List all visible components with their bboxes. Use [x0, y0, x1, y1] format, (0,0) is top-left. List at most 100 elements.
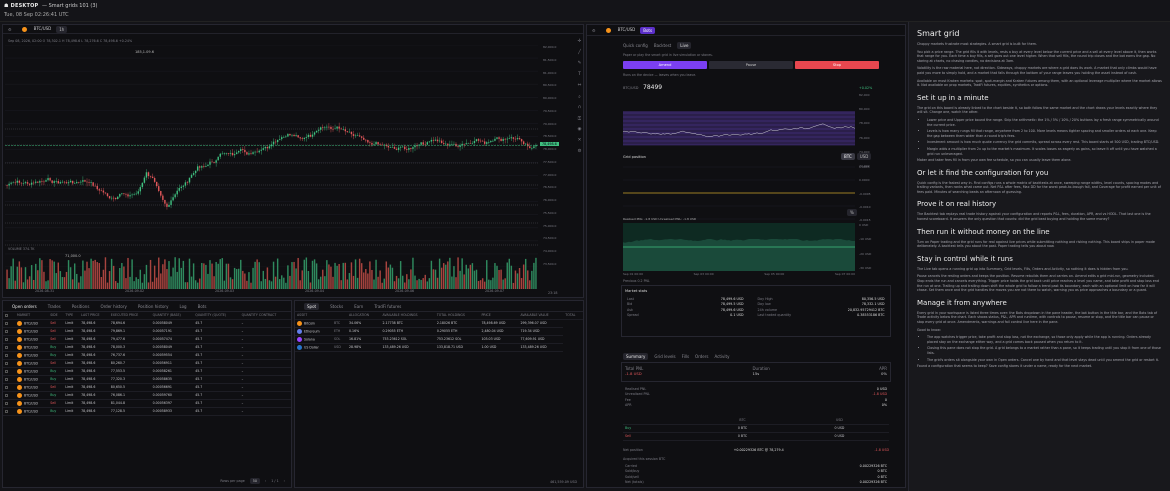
orders-col-header[interactable]: EXECUTED PRICE: [108, 312, 151, 320]
table-row[interactable]: BTC/USD Buy Limit 78,498.6 77,320.3 0.0005863…: [3, 375, 291, 384]
amend-button[interactable]: Amend: [623, 61, 707, 69]
table-row[interactable]: BTC/USD Buy Limit 78,498.6 76,086.1 0.0005976…: [3, 391, 291, 400]
table-row[interactable]: BTC/USD Buy Limit 78,498.6 76,737.6 0.0005955…: [3, 351, 291, 360]
orders-tab-bots[interactable]: Bots: [198, 304, 207, 309]
page-size-select[interactable]: 50: [249, 478, 260, 484]
candle: [88, 182, 90, 183]
table-row[interactable]: Bitcoin BTC 34.06% 2.17738 BTC 2.18026 BTC 78…: [295, 319, 583, 328]
table-cell: 45.7: [193, 351, 240, 360]
grid-toggle-usd[interactable]: USD: [856, 153, 872, 160]
magnet-icon[interactable]: ∩: [575, 105, 584, 116]
balances-tab-stocks[interactable]: Stocks: [330, 304, 343, 309]
table-row[interactable]: Ethereum ETH 0.16% 0.29055 ETH 0.29055 ETH 2,…: [295, 327, 583, 336]
orders-col-header[interactable]: MARKET: [14, 312, 49, 320]
balances-col-header[interactable]: PRICE: [479, 312, 519, 320]
candle: [151, 176, 154, 179]
table-row[interactable]: BTC/USD Sell Limit 78,498.6 79,477.6 0.000574…: [3, 335, 291, 344]
chart-settings-icon[interactable]: ⚙: [8, 27, 12, 32]
table-row[interactable]: US Dollar USD 28.98% 133,489.26 USD 133,818.…: [295, 343, 583, 352]
settings-icon[interactable]: ⚙: [575, 149, 584, 160]
orders-tab-order-history[interactable]: Order history: [100, 304, 126, 309]
grid-toggle-btc[interactable]: BTC: [841, 153, 855, 160]
interval-button[interactable]: 1h: [56, 25, 68, 33]
eye-icon[interactable]: ◉: [575, 127, 584, 138]
candle: [71, 180, 74, 184]
row-checkbox[interactable]: [3, 359, 15, 368]
bot-symbol[interactable]: BTC/USD: [601, 27, 635, 33]
balances-col-header[interactable]: AVAILABLE VALUE: [518, 312, 564, 320]
orders-tab-trades[interactable]: Trades: [48, 304, 61, 309]
row-checkbox[interactable]: [3, 327, 15, 336]
candle: [317, 129, 320, 131]
volume-bar: [268, 280, 271, 289]
candle: [164, 199, 166, 204]
balances-col-header[interactable]: [331, 312, 347, 320]
table-row[interactable]: BTC/USD Sell Limit 78,498.6 80,260.7 0.000569…: [3, 359, 291, 368]
table-row[interactable]: BTC/USD Sell Limit 78,498.6 78,694.6 0.000580…: [3, 319, 291, 328]
chart-symbol[interactable]: BTC/USD: [17, 26, 51, 32]
pnl-percent-toggle[interactable]: %: [847, 209, 857, 216]
row-checkbox[interactable]: [3, 383, 15, 392]
row-checkbox[interactable]: [3, 375, 15, 384]
crosshair-icon[interactable]: ✛: [575, 39, 584, 50]
next-page-button[interactable]: ›: [284, 479, 285, 483]
orders-col-header[interactable]: TYPE: [63, 312, 80, 320]
bots-pill[interactable]: Bots: [640, 26, 656, 34]
row-checkbox[interactable]: [3, 319, 15, 328]
orders-col-header[interactable]: QUANTITY (QUOTE): [193, 312, 240, 320]
trash-icon[interactable]: ✕: [575, 138, 584, 149]
brush-icon[interactable]: ✎: [575, 61, 584, 72]
orders-col-header[interactable]: LAST PRICE: [79, 312, 109, 320]
orders-col-header[interactable]: QUANTITY (BASE): [150, 312, 194, 320]
row-checkbox[interactable]: [3, 351, 15, 360]
orders-tab-position-history[interactable]: Position history: [138, 304, 169, 309]
orders-col-header[interactable]: QUANTITY CONTRACT: [239, 312, 291, 320]
balances-col-header[interactable]: TOTAL HOLDINGS: [434, 312, 480, 320]
sub-tab-fills[interactable]: Fills: [682, 354, 689, 359]
orders-tab-positions[interactable]: Positions: [72, 304, 90, 309]
price-chart[interactable]: 185,1.09.671,000.0: [5, 45, 538, 267]
table-row[interactable]: BTC/USD Buy Limit 78,498.6 77,128.5 0.0005893…: [3, 407, 291, 416]
table-row[interactable]: Solana SOL 16.81% 753.23612 SOL 753.23612 SO…: [295, 335, 583, 344]
balances-col-header[interactable]: ASSET: [295, 312, 332, 320]
row-checkbox[interactable]: [3, 367, 15, 376]
orders-tab-log[interactable]: Log: [179, 304, 186, 309]
orders-tab-open-orders[interactable]: Open orders: [12, 304, 37, 309]
table-cell: Limit: [63, 319, 80, 328]
table-row[interactable]: BTC/USD Buy Limit 78,498.6 77,553.5 0.0005826…: [3, 367, 291, 376]
sub-tab-summary[interactable]: Summary: [623, 353, 649, 360]
table-row[interactable]: BTC/USD Sell Limit 78,498.6 81,044.8 0.000563…: [3, 399, 291, 408]
trend-line-icon[interactable]: ╱: [575, 50, 584, 61]
balances-col-header[interactable]: TOTAL: [563, 312, 583, 320]
row-checkbox[interactable]: [3, 399, 15, 408]
row-checkbox[interactable]: [3, 335, 15, 344]
pause-button[interactable]: Pause: [709, 61, 793, 69]
row-checkbox[interactable]: [3, 391, 15, 400]
table-row[interactable]: BTC/USD Sell Limit 78,498.6 80,650.5 0.000566…: [3, 383, 291, 392]
prev-page-button[interactable]: ‹: [265, 479, 266, 483]
stop-button[interactable]: Stop: [795, 61, 879, 69]
balances-tab-spot[interactable]: Spot: [304, 302, 320, 310]
orders-col-header[interactable]: SIDE: [48, 312, 64, 320]
lock-icon[interactable]: ⚿: [575, 116, 584, 127]
balances-col-header[interactable]: ALLOCATION: [347, 312, 381, 320]
table-row[interactable]: BTC/USD Sell Limit 78,498.6 79,869.1 0.000571…: [3, 327, 291, 336]
zoom-icon[interactable]: ⌕: [575, 94, 584, 105]
sub-tab-grid-levels[interactable]: Grid levels: [654, 354, 675, 359]
balances-tab-earn[interactable]: Earn: [354, 304, 363, 309]
table-row[interactable]: BTC/USD Buy Limit 78,498.6 78,000.3 0.0005804…: [3, 343, 291, 352]
table-cell: 77,128.5: [108, 407, 151, 416]
balances-col-header[interactable]: AVAILABLE HOLDINGS: [380, 312, 435, 320]
mode-tab-backtest[interactable]: Backtest: [654, 43, 671, 48]
text-icon[interactable]: T: [575, 72, 584, 83]
select-all-checkbox[interactable]: [3, 312, 15, 320]
row-checkbox[interactable]: [3, 407, 15, 416]
sub-tab-orders[interactable]: Orders: [695, 354, 708, 359]
bot-settings-icon[interactable]: ⚙: [592, 28, 596, 33]
measure-icon[interactable]: ⇔: [575, 83, 584, 94]
mode-tab-quick-config[interactable]: Quick config: [623, 43, 648, 48]
mode-tab-live[interactable]: Live: [677, 42, 692, 49]
row-checkbox[interactable]: [3, 343, 15, 352]
sub-tab-activity[interactable]: Activity: [715, 354, 730, 359]
balances-tab-tradfi-futures[interactable]: TradFi futures: [374, 304, 401, 309]
